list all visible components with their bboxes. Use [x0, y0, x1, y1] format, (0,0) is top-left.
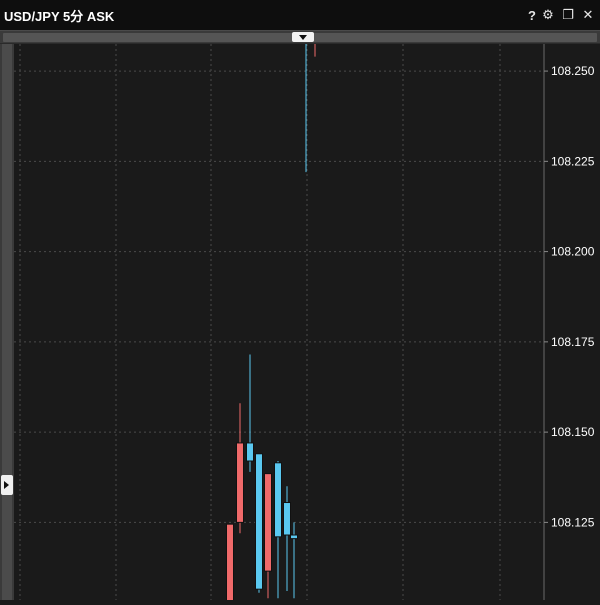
price-axis-label: 108.225: [551, 154, 595, 168]
help-icon[interactable]: ?: [524, 7, 540, 23]
price-axis-label: 108.150: [551, 425, 595, 439]
chevron-right-icon: [4, 481, 9, 489]
candle: [283, 486, 291, 591]
collapsed-toolbar: [0, 30, 600, 44]
left-panel-track: [2, 44, 12, 600]
price-chart[interactable]: 108.250 108.225 108.200 108.175 108.150 108.1…: [14, 42, 600, 605]
window-titlebar: USD/JPY 5分 ASK ? ⚙ ❐ ✕: [0, 0, 600, 30]
candle-body: [255, 453, 263, 590]
candle: [246, 354, 254, 472]
chevron-down-icon: [299, 35, 307, 40]
left-side-panel: [0, 44, 14, 600]
toolbar-expand-button[interactable]: [292, 32, 314, 42]
candle: [264, 473, 272, 599]
settings-gear-icon[interactable]: ⚙: [540, 7, 556, 23]
candle-body: [236, 442, 244, 523]
candle: [226, 523, 234, 605]
price-axis-label: 108.200: [551, 245, 595, 259]
price-axis-label: 108.250: [551, 64, 595, 78]
candle-body: [290, 534, 298, 540]
window-title: USD/JPY 5分 ASK: [4, 9, 115, 24]
candle-body: [246, 442, 254, 462]
candles: [226, 42, 316, 605]
close-icon[interactable]: ✕: [580, 7, 596, 23]
left-panel-expand-handle[interactable]: [1, 475, 13, 495]
candle: [290, 522, 298, 599]
candle-body: [226, 523, 234, 605]
candle-body: [264, 473, 272, 572]
candle: [274, 461, 282, 599]
price-axis-label: 108.125: [551, 515, 595, 529]
price-axis-label: 108.175: [551, 335, 595, 349]
candle-body: [274, 462, 282, 538]
restore-window-icon[interactable]: ❐: [560, 7, 576, 23]
price-axis-labels: 108.250 108.225 108.200 108.175 108.150 108.1…: [544, 64, 595, 529]
candlestick-chart-svg: 108.250 108.225 108.200 108.175 108.150 108.1…: [14, 42, 595, 605]
candle-body: [283, 502, 291, 536]
candle: [236, 403, 244, 534]
candle: [255, 453, 263, 593]
